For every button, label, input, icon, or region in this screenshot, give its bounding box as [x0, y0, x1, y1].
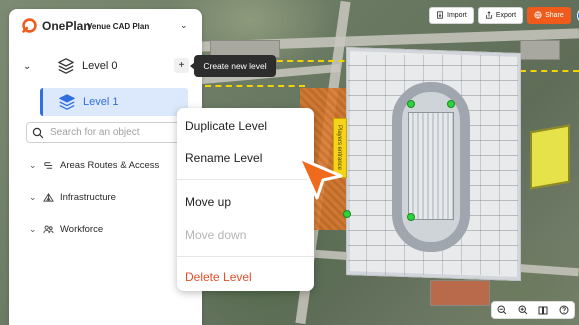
section-label: Workforce — [60, 223, 104, 235]
chevron-down-icon[interactable]: ⌄ — [29, 160, 37, 171]
menu-divider — [177, 179, 314, 180]
brand[interactable]: OnePlan — [21, 17, 91, 34]
map-route — [520, 70, 579, 72]
map-building — [520, 40, 560, 60]
brand-name: OnePlan — [42, 18, 91, 33]
map-highlighted-building[interactable] — [530, 124, 570, 190]
level-label: Level 0 — [82, 60, 118, 72]
section-label: Areas Routes & Access — [60, 159, 160, 171]
menu-item-duplicate-level[interactable]: Duplicate Level — [185, 119, 267, 133]
object-search — [26, 122, 188, 143]
map-route — [205, 85, 305, 87]
import-button[interactable]: Import — [429, 6, 474, 24]
section-infrastructure[interactable]: ⌄ Infrastructure — [29, 189, 116, 205]
level-row-1[interactable]: Level 1 — [40, 88, 188, 116]
import-label: Import — [447, 11, 467, 19]
create-level-tooltip: Create new level — [190, 55, 276, 77]
top-toolbar: Import Export Share JE — [429, 6, 579, 24]
tent-icon — [43, 192, 54, 202]
import-icon — [437, 11, 443, 19]
zoom-out-icon[interactable] — [497, 305, 508, 316]
globe-icon — [534, 11, 542, 19]
export-button[interactable]: Export — [477, 6, 524, 24]
level-context-menu: Duplicate Level Rename Level Move up Mov… — [177, 108, 314, 291]
section-areas-routes-access[interactable]: ⌄ Areas Routes & Access — [29, 157, 159, 173]
export-icon — [486, 11, 492, 19]
stadium-field — [408, 112, 454, 220]
layers-panel: OnePlan Venue CAD Plan ⌄ ⌄ Level 0 + Lev… — [9, 9, 202, 325]
add-level-button[interactable]: + — [174, 58, 189, 73]
project-title[interactable]: Venue CAD Plan — [87, 22, 149, 31]
menu-divider — [177, 256, 314, 257]
map-marker[interactable] — [407, 100, 415, 108]
map-book-icon[interactable] — [538, 305, 549, 316]
chevron-down-icon[interactable]: ⌄ — [23, 61, 37, 72]
zoom-in-icon[interactable] — [517, 305, 528, 316]
map-marker[interactable] — [343, 210, 351, 218]
map-building — [430, 280, 490, 306]
map-marker[interactable] — [447, 100, 455, 108]
menu-item-rename-level[interactable]: Rename Level — [185, 151, 262, 165]
chevron-down-icon[interactable]: ⌄ — [29, 224, 37, 235]
share-button[interactable]: Share — [527, 6, 571, 24]
pointer-cursor-icon — [297, 156, 343, 200]
help-icon[interactable] — [558, 305, 569, 316]
search-icon — [32, 127, 44, 138]
oneplan-logo-icon — [22, 18, 37, 33]
menu-item-move-down: Move down — [185, 228, 247, 242]
chevron-down-icon[interactable]: ⌄ — [29, 192, 37, 203]
level-label: Level 1 — [83, 96, 119, 108]
export-label: Export — [495, 11, 517, 19]
map-marker[interactable] — [407, 213, 415, 221]
route-icon — [44, 161, 53, 169]
people-icon — [43, 225, 54, 233]
layers-icon — [59, 94, 75, 110]
search-input[interactable] — [50, 127, 180, 138]
menu-item-delete-level[interactable]: Delete Level — [185, 270, 252, 284]
chevron-down-icon[interactable]: ⌄ — [180, 20, 188, 31]
share-label: Share — [545, 11, 564, 19]
layers-icon — [58, 58, 74, 74]
level-row-0[interactable]: ⌄ Level 0 — [23, 54, 193, 78]
section-workforce[interactable]: ⌄ Workforce — [29, 221, 103, 237]
map-controls — [491, 301, 575, 319]
section-label: Infrastructure — [60, 191, 116, 203]
menu-item-move-up[interactable]: Move up — [185, 195, 231, 209]
